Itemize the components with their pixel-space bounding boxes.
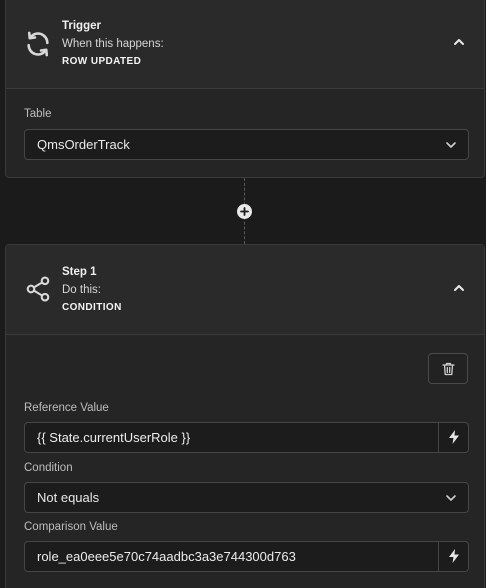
- reference-value-label: Reference Value: [24, 402, 109, 414]
- trigger-subtitle: When this happens:: [62, 38, 164, 50]
- trigger-header[interactable]: Trigger When this happens: ROW UPDATED: [6, 0, 484, 89]
- table-select-value: QmsOrderTrack: [37, 137, 130, 152]
- reference-value-input[interactable]: {{ State.currentUserRole }}: [24, 422, 469, 453]
- reference-value-text: {{ State.currentUserRole }}: [37, 430, 191, 445]
- add-step-button[interactable]: [237, 204, 252, 219]
- step-header[interactable]: Step 1 Do this: CONDITION: [6, 245, 484, 335]
- comparison-value-text: role_ea0eee5e70c74aadbc3a3e744300d763: [37, 549, 296, 564]
- trigger-action: ROW UPDATED: [62, 56, 142, 67]
- condition-select-value: Not equals: [37, 490, 100, 505]
- chevron-up-icon[interactable]: [452, 35, 466, 49]
- lightning-icon: [449, 430, 459, 444]
- trigger-card: Trigger When this happens: ROW UPDATED T…: [5, 0, 485, 178]
- reference-binding-button[interactable]: [438, 423, 468, 452]
- trash-icon: [442, 362, 455, 376]
- comparison-value-input[interactable]: role_ea0eee5e70c74aadbc3a3e744300d763: [24, 541, 469, 572]
- comparison-value-label: Comparison Value: [24, 521, 118, 533]
- delete-step-button[interactable]: [428, 353, 468, 384]
- step-card: Step 1 Do this: CONDITION Reference Valu…: [5, 244, 485, 588]
- step-action: CONDITION: [62, 302, 122, 313]
- trigger-title: Trigger: [62, 20, 101, 32]
- share-icon: [26, 276, 50, 302]
- step-subtitle: Do this:: [62, 284, 101, 296]
- comparison-binding-button[interactable]: [438, 542, 468, 571]
- chevron-down-icon: [446, 142, 456, 148]
- condition-label: Condition: [24, 462, 73, 474]
- chevron-up-icon[interactable]: [452, 281, 466, 295]
- plus-icon: [240, 207, 249, 216]
- table-label: Table: [24, 108, 52, 120]
- lightning-icon: [449, 549, 459, 563]
- chevron-down-icon: [446, 495, 456, 501]
- refresh-icon: [27, 31, 49, 57]
- condition-select[interactable]: Not equals: [24, 482, 469, 513]
- step-title: Step 1: [62, 266, 97, 278]
- automation-editor: Trigger When this happens: ROW UPDATED T…: [0, 0, 486, 588]
- table-select[interactable]: QmsOrderTrack: [24, 129, 469, 160]
